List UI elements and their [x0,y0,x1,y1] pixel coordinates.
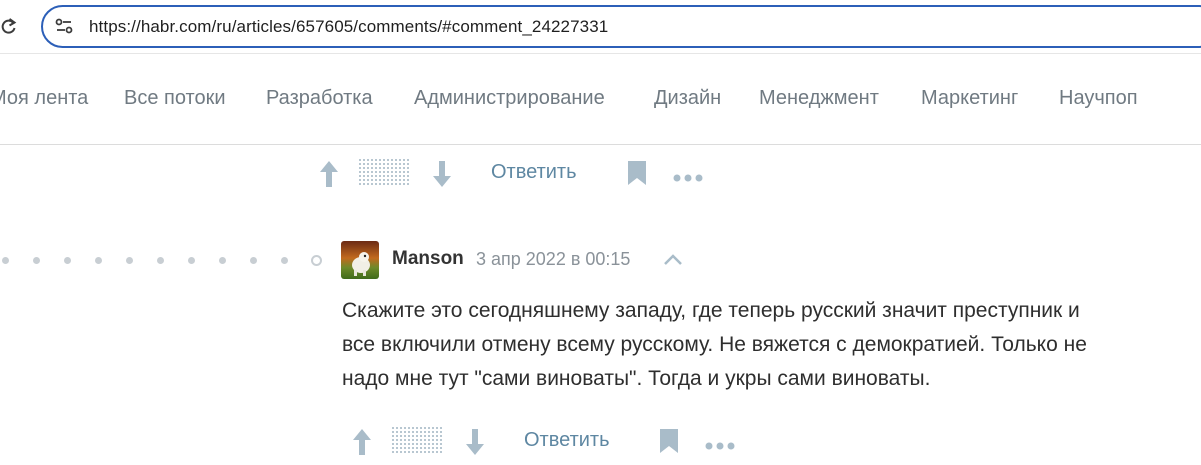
thread-dot [219,257,226,264]
nav-item-popsci[interactable]: Научпоп [1059,87,1138,110]
vote-score-placeholder [392,427,444,460]
thread-dot [157,257,164,264]
thread-dot [64,257,71,264]
nav-item-design[interactable]: Дизайн [654,87,721,110]
thread-dot [2,257,9,264]
nav-item-marketing[interactable]: Маркетинг [921,87,1018,110]
thread-dot [33,257,40,264]
thread-dot [250,257,257,264]
nav-item-administration[interactable]: Администрирование [414,87,605,110]
more-icon[interactable] [705,437,735,455]
nav-item-all-flows[interactable]: Все потоки [124,87,226,110]
flows-nav: Моя лента Все потоки Разработка Админист… [0,54,1201,145]
thread-dot [95,257,102,264]
vote-down-icon[interactable] [431,159,453,194]
bookmark-icon[interactable] [627,160,647,191]
comment-line: Скажите это сегодняшнему западу, где теп… [342,299,1080,322]
site-info-icon[interactable] [55,17,73,35]
reply-button[interactable]: Ответить [491,161,577,184]
address-bar-url[interactable]: https://habr.com/ru/articles/657605/comm… [89,17,608,37]
thread-branch-ring[interactable] [311,255,322,266]
prev-comment-actions: Ответить [316,157,716,197]
comment-actions: Ответить [349,425,749,465]
address-bar[interactable]: https://habr.com/ru/articles/657605/comm… [41,5,1201,48]
reply-button[interactable]: Ответить [524,429,610,452]
comment-line: все включили отмену всему русскому. Не в… [342,333,1087,356]
thread-dot [126,257,133,264]
bookmark-icon[interactable] [659,428,679,459]
vote-score-placeholder [359,159,411,192]
vote-up-icon[interactable] [351,427,373,462]
nav-item-my-feed[interactable]: Моя лента [0,87,88,110]
comment-body: Скажите это сегодняшнему западу, где теп… [342,294,1192,396]
thread-indent-markers [0,255,330,267]
comment-timestamp[interactable]: 3 апр 2022 в 00:15 [476,249,630,270]
nav-item-development[interactable]: Разработка [266,87,373,110]
vote-down-icon[interactable] [464,427,486,462]
thread-dot [188,257,195,264]
browser-toolbar: https://habr.com/ru/articles/657605/comm… [0,0,1201,54]
thread-dot [281,257,288,264]
collapse-icon[interactable] [662,251,684,267]
nav-item-management[interactable]: Менеджмент [759,87,879,110]
reload-icon[interactable] [0,15,18,37]
more-icon[interactable] [673,169,703,187]
comment-line: надо мне тут "сами виноваты". Тогда и ук… [342,367,931,390]
avatar[interactable] [341,241,379,279]
comment-author[interactable]: Manson [392,248,464,270]
vote-up-icon[interactable] [318,159,340,194]
